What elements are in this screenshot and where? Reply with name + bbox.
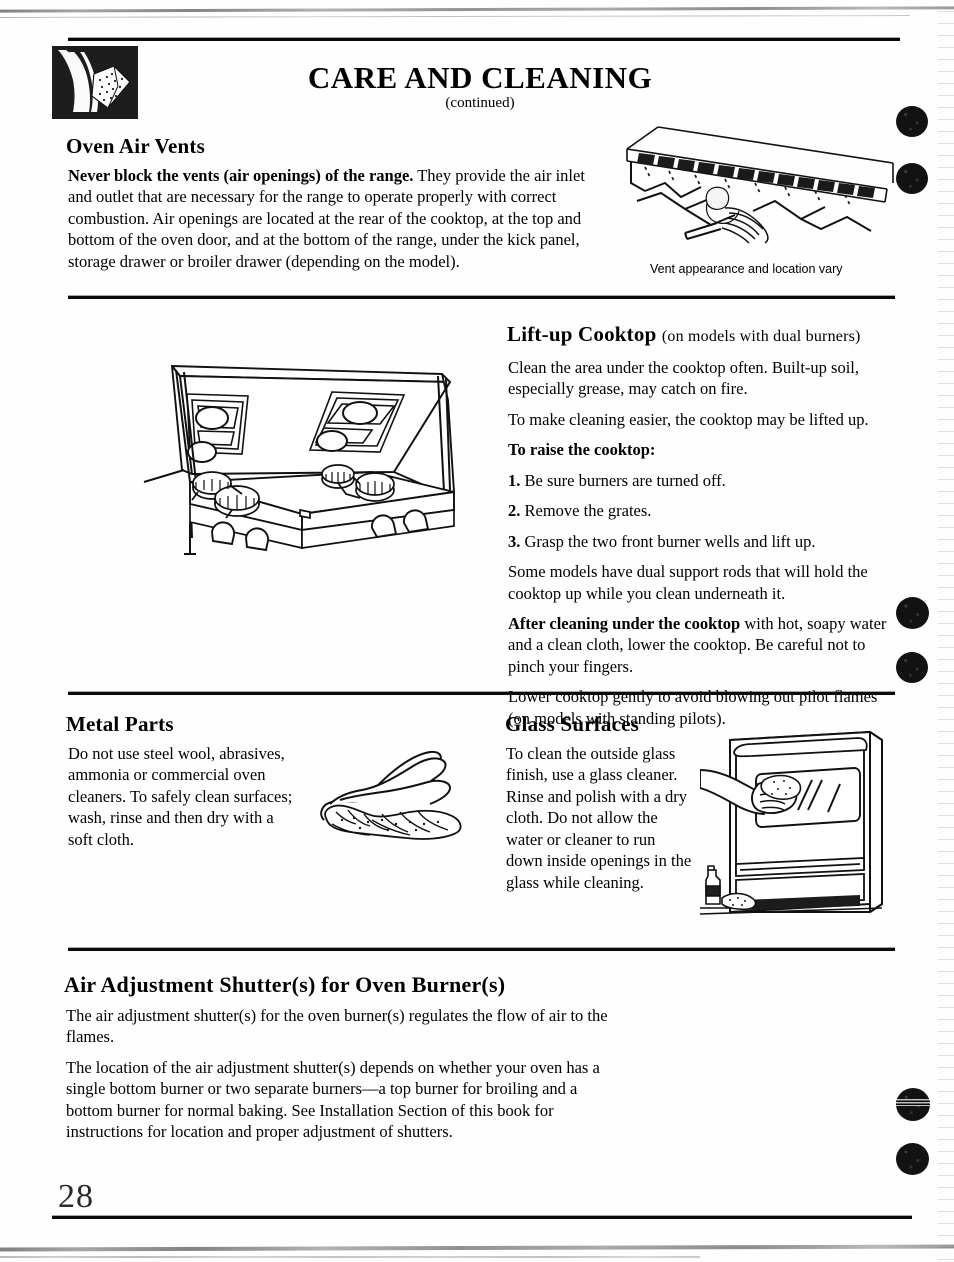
hand-wiping-cloth-illustration: [312, 748, 472, 846]
scanned-page: CARE AND CLEANING (continued) Oven Air V…: [0, 0, 954, 1262]
glass-surfaces-text: To clean the outside glass finish, use a…: [506, 744, 692, 892]
air-adjustment-paragraph-1: The air adjustment shutter(s) for the ov…: [66, 1006, 608, 1047]
step-text: Remove the grates.: [524, 501, 652, 521]
section-divider-2: [68, 691, 895, 695]
step-text: Grasp the two front burner wells and lif…: [524, 531, 816, 551]
lift-up-cooktop-steps-intro: To raise the cooktop:: [508, 440, 656, 460]
hand-with-sponge-icon: [52, 46, 138, 119]
section-divider-1: [68, 295, 895, 299]
step-text: Be sure burners are turned off.: [524, 470, 726, 490]
scan-artifact-blob: [896, 597, 929, 629]
scan-edge-top: [0, 6, 954, 13]
step-number: 2.: [508, 501, 521, 521]
scan-edge-bottom: [0, 1244, 954, 1252]
lifted-cooktop-illustration: [132, 342, 487, 587]
air-adjustment-body: The air adjustment shutter(s) for the ov…: [66, 1005, 611, 1143]
metal-parts-text: Do not use steel wool, abrasives, ammoni…: [68, 744, 293, 849]
step-number: 1.: [508, 470, 521, 490]
lift-up-cooktop-body: Clean the area under the cooktop often. …: [508, 357, 900, 729]
scan-edge-top-secondary: [0, 15, 911, 18]
heading-air-adjustment-shutters: Air Adjustment Shutter(s) for Oven Burne…: [64, 972, 506, 997]
lift-up-cooktop-paragraph-4-lead: After cleaning under the cooktop: [508, 613, 741, 633]
header-top-rule: [68, 37, 900, 41]
page-number: 28: [58, 1178, 94, 1215]
step-number: 3.: [508, 531, 521, 551]
heading-metal-parts: Metal Parts: [66, 712, 174, 736]
scan-edge-right: [938, 0, 954, 1262]
glass-surfaces-body: To clean the outside glass finish, use a…: [506, 743, 694, 893]
lift-up-cooktop-paragraph-2: To make cleaning easier, the cooktop may…: [508, 409, 869, 429]
air-adjustment-paragraph-2: The location of the air adjustment shutt…: [66, 1057, 600, 1142]
scan-artifact-blob: [896, 106, 928, 137]
lift-up-cooktop-paragraph-1: Clean the area under the cooktop often. …: [508, 358, 859, 399]
heading-lift-up-cooktop: Lift-up Cooktop (on models with dual bur…: [507, 322, 861, 347]
range-vent-illustration: [625, 105, 900, 260]
heading-lift-up-cooktop-qualifier: (on models with dual burners): [661, 328, 861, 345]
scan-artifact-blob: [896, 1143, 929, 1175]
list-item-step-2: 2. Remove the grates.: [508, 500, 900, 521]
lift-up-cooktop-paragraph-3: Some models have dual support rods that …: [508, 562, 868, 603]
heading-lift-up-cooktop-main: Lift-up Cooktop: [507, 322, 657, 346]
oven-air-vents-lead: Never block the vents (air openings) of …: [68, 166, 414, 185]
scan-edge-bottom-secondary: [0, 1256, 700, 1258]
scan-artifact-blob: [896, 163, 928, 194]
heading-oven-air-vents: Oven Air Vents: [66, 134, 205, 158]
scan-artifact-blob: [896, 1088, 930, 1121]
heading-glass-surfaces: Glass Surfaces: [505, 712, 640, 736]
section-divider-3: [68, 947, 895, 951]
list-item-step-1: 1. Be sure burners are turned off.: [508, 470, 900, 491]
oven-air-vents-body: Never block the vents (air openings) of …: [68, 165, 596, 272]
vent-figure-caption: Vent appearance and location vary: [650, 262, 843, 276]
footer-rule: [52, 1215, 912, 1219]
page-title: CARE AND CLEANING: [307, 60, 653, 95]
metal-parts-body: Do not use steel wool, abrasives, ammoni…: [68, 743, 301, 850]
scan-artifact-blob: [896, 652, 928, 683]
list-item-step-3: 3. Grasp the two front burner wells and …: [508, 531, 900, 552]
oven-door-glass-cleaning-illustration: [700, 718, 900, 923]
